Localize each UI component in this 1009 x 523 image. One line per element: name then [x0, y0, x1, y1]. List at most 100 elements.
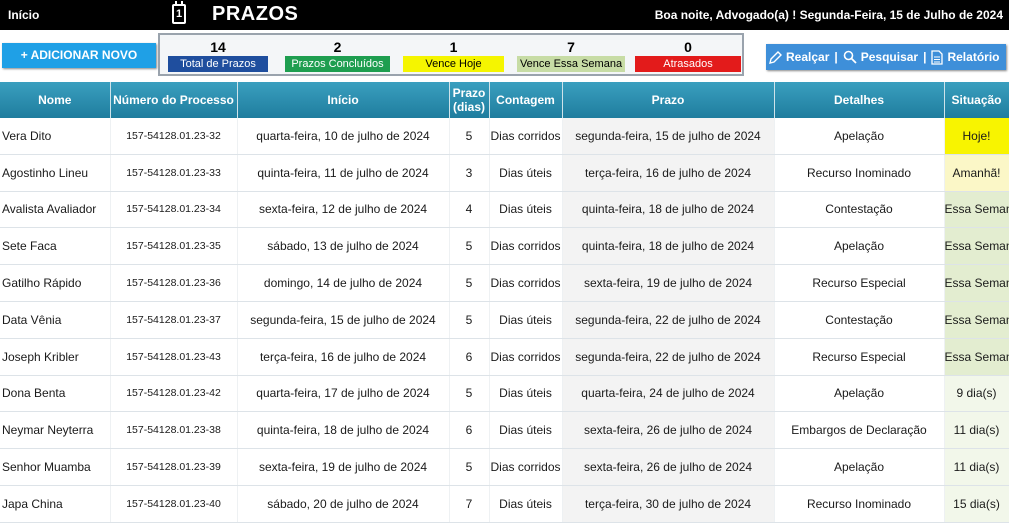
realcar-button[interactable]: Realçar — [766, 44, 832, 70]
cell-nome[interactable]: Agostinho Lineu — [0, 154, 111, 192]
cell-inicio[interactable]: quinta-feira, 18 de julho de 2024 — [237, 411, 450, 450]
table-row[interactable]: Gatilho Rápido 157-54128.01.23-36 domingo,… — [0, 264, 1009, 302]
cell-prazo[interactable]: segunda-feira, 15 de julho de 2024 — [562, 118, 775, 155]
cell-detalhes[interactable]: Apelação — [774, 448, 945, 486]
cell-contagem[interactable]: Dias úteis — [489, 154, 563, 192]
inicio-link[interactable]: Início — [8, 8, 39, 22]
cell-nome[interactable]: Data Vênia — [0, 301, 111, 339]
column-header-processo[interactable]: Número do Processo — [110, 82, 238, 118]
table-row[interactable]: Japa China 157-54128.01.23-40 sábado, 20 d… — [0, 485, 1009, 523]
column-header-prazo[interactable]: Prazo — [562, 82, 775, 118]
column-header-inicio[interactable]: Início — [237, 82, 450, 118]
pesquisar-button[interactable]: Pesquisar — [840, 44, 921, 70]
cell-situacao[interactable]: Essa Semana — [944, 227, 1009, 266]
column-header-situacao[interactable]: Situação — [944, 82, 1009, 118]
column-header-contagem[interactable]: Contagem — [489, 82, 563, 118]
cell-prazo[interactable]: sexta-feira, 19 de julho de 2024 — [562, 264, 775, 302]
cell-inicio[interactable]: sexta-feira, 19 de julho de 2024 — [237, 448, 450, 486]
cell-detalhes[interactable]: Contestação — [774, 301, 945, 339]
cell-dias[interactable]: 7 — [449, 485, 490, 523]
cell-contagem[interactable]: Dias corridos — [489, 338, 563, 376]
cell-detalhes[interactable]: Recurso Inominado — [774, 485, 945, 523]
cell-detalhes[interactable]: Contestação — [774, 191, 945, 229]
cell-inicio[interactable]: sábado, 13 de julho de 2024 — [237, 227, 450, 266]
cell-inicio[interactable]: terça-feira, 16 de julho de 2024 — [237, 338, 450, 376]
cell-situacao[interactable]: 11 dia(s) — [944, 411, 1009, 450]
cell-nome[interactable]: Senhor Muamba — [0, 448, 111, 486]
cell-situacao[interactable]: Essa Semana — [944, 191, 1009, 229]
cell-nome[interactable]: Dona Benta — [0, 375, 111, 413]
cell-nome[interactable]: Japa China — [0, 485, 111, 523]
cell-situacao[interactable]: Amanhã! — [944, 154, 1009, 192]
cell-detalhes[interactable]: Apelação — [774, 227, 945, 266]
column-header-detalhes[interactable]: Detalhes — [774, 82, 945, 118]
cell-nome[interactable]: Sete Faca — [0, 227, 111, 266]
cell-nome[interactable]: Avalista Avaliador — [0, 191, 111, 229]
cell-contagem[interactable]: Dias corridos — [489, 448, 563, 486]
cell-situacao[interactable]: 11 dia(s) — [944, 448, 1009, 486]
cell-dias[interactable]: 5 — [449, 375, 490, 413]
cell-contagem[interactable]: Dias úteis — [489, 485, 563, 523]
cell-situacao[interactable]: Essa Semana — [944, 301, 1009, 339]
cell-situacao[interactable]: Essa Semana — [944, 264, 1009, 302]
cell-prazo[interactable]: segunda-feira, 22 de julho de 2024 — [562, 301, 775, 339]
cell-inicio[interactable]: quarta-feira, 10 de julho de 2024 — [237, 118, 450, 155]
cell-inicio[interactable]: sexta-feira, 12 de julho de 2024 — [237, 191, 450, 229]
cell-contagem[interactable]: Dias úteis — [489, 191, 563, 229]
cell-processo[interactable]: 157-54128.01.23-33 — [110, 154, 238, 192]
cell-nome[interactable]: Joseph Kribler — [0, 338, 111, 376]
column-header-nome[interactable]: Nome — [0, 82, 111, 118]
table-row[interactable]: Neymar Neyterra 157-54128.01.23-38 quinta-… — [0, 411, 1009, 450]
cell-prazo[interactable]: segunda-feira, 22 de julho de 2024 — [562, 338, 775, 376]
cell-detalhes[interactable]: Recurso Especial — [774, 264, 945, 302]
cell-situacao[interactable]: 15 dia(s) — [944, 485, 1009, 523]
cell-detalhes[interactable]: Recurso Inominado — [774, 154, 945, 192]
cell-dias[interactable]: 5 — [449, 264, 490, 302]
column-header-prazo-dias[interactable]: Prazo (dias) — [449, 82, 490, 118]
cell-processo[interactable]: 157-54128.01.23-43 — [110, 338, 238, 376]
cell-contagem[interactable]: Dias úteis — [489, 411, 563, 450]
cell-nome[interactable]: Neymar Neyterra — [0, 411, 111, 450]
cell-prazo[interactable]: terça-feira, 16 de julho de 2024 — [562, 154, 775, 192]
cell-processo[interactable]: 157-54128.01.23-42 — [110, 375, 238, 413]
cell-processo[interactable]: 157-54128.01.23-40 — [110, 485, 238, 523]
cell-detalhes[interactable]: Embargos de Declaração — [774, 411, 945, 450]
cell-processo[interactable]: 157-54128.01.23-32 — [110, 118, 238, 155]
add-new-button[interactable]: + ADICIONAR NOVO — [2, 43, 156, 68]
cell-dias[interactable]: 6 — [449, 411, 490, 450]
cell-processo[interactable]: 157-54128.01.23-34 — [110, 191, 238, 229]
cell-dias[interactable]: 5 — [449, 301, 490, 339]
cell-contagem[interactable]: Dias úteis — [489, 301, 563, 339]
cell-nome[interactable]: Vera Dito — [0, 118, 111, 155]
cell-processo[interactable]: 157-54128.01.23-37 — [110, 301, 238, 339]
cell-inicio[interactable]: quarta-feira, 17 de julho de 2024 — [237, 375, 450, 413]
cell-dias[interactable]: 6 — [449, 338, 490, 376]
cell-dias[interactable]: 4 — [449, 191, 490, 229]
table-row[interactable]: Avalista Avaliador 157-54128.01.23-34 sext… — [0, 191, 1009, 229]
cell-contagem[interactable]: Dias úteis — [489, 375, 563, 413]
table-row[interactable]: Vera Dito 157-54128.01.23-32 quarta-feira,… — [0, 118, 1009, 155]
cell-detalhes[interactable]: Recurso Especial — [774, 338, 945, 376]
cell-prazo[interactable]: sexta-feira, 26 de julho de 2024 — [562, 411, 775, 450]
table-row[interactable]: Dona Benta 157-54128.01.23-42 quarta-feira… — [0, 375, 1009, 413]
cell-processo[interactable]: 157-54128.01.23-36 — [110, 264, 238, 302]
cell-processo[interactable]: 157-54128.01.23-38 — [110, 411, 238, 450]
cell-dias[interactable]: 5 — [449, 448, 490, 486]
table-row[interactable]: Data Vênia 157-54128.01.23-37 segunda-feir… — [0, 301, 1009, 339]
cell-inicio[interactable]: quinta-feira, 11 de julho de 2024 — [237, 154, 450, 192]
cell-prazo[interactable]: quarta-feira, 24 de julho de 2024 — [562, 375, 775, 413]
relatorio-button[interactable]: Relatório — [928, 44, 1002, 70]
cell-inicio[interactable]: segunda-feira, 15 de julho de 2024 — [237, 301, 450, 339]
cell-processo[interactable]: 157-54128.01.23-35 — [110, 227, 238, 266]
cell-prazo[interactable]: terça-feira, 30 de julho de 2024 — [562, 485, 775, 523]
cell-situacao[interactable]: 9 dia(s) — [944, 375, 1009, 413]
cell-detalhes[interactable]: Apelação — [774, 375, 945, 413]
cell-prazo[interactable]: sexta-feira, 26 de julho de 2024 — [562, 448, 775, 486]
cell-inicio[interactable]: domingo, 14 de julho de 2024 — [237, 264, 450, 302]
cell-prazo[interactable]: quinta-feira, 18 de julho de 2024 — [562, 227, 775, 266]
cell-contagem[interactable]: Dias corridos — [489, 227, 563, 266]
cell-situacao[interactable]: Hoje! — [944, 118, 1009, 155]
cell-detalhes[interactable]: Apelação — [774, 118, 945, 155]
cell-contagem[interactable]: Dias corridos — [489, 118, 563, 155]
cell-nome[interactable]: Gatilho Rápido — [0, 264, 111, 302]
